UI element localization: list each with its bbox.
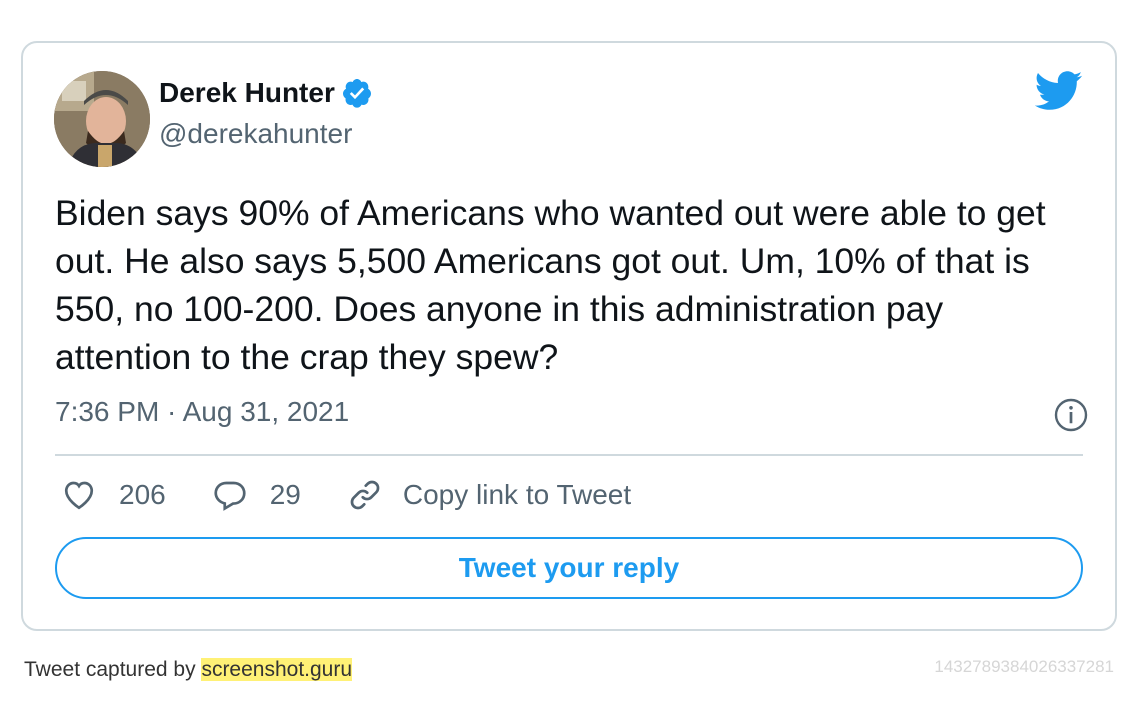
info-icon[interactable] [1053,397,1089,433]
reply-count: 29 [269,479,301,510]
reply-bubble-icon [214,481,246,511]
reply-button[interactable]: 29 [212,477,301,513]
twitter-bird-icon[interactable] [1035,71,1083,111]
tweet-id: 1432789384026337281 [934,657,1114,676]
verified-badge-icon [342,79,371,108]
capture-footer: Tweet captured by screenshot.guru [24,658,353,682]
copy-link-button[interactable]: Copy link to Tweet [347,477,631,513]
tweet-text: Biden says 90% of Americans who wanted o… [55,193,1046,377]
like-count: 206 [119,479,166,510]
screenshot-guru-link[interactable]: screenshot.guru [201,658,353,681]
author-handle[interactable]: @derekahunter [159,118,352,150]
tweet-timestamp[interactable]: 7:36 PM · Aug 31, 2021 [55,396,349,428]
tweet-your-reply-button[interactable]: Tweet your reply [55,537,1083,599]
tweet-actions: 206 29 Copy link to Tweet [61,477,677,513]
tweet-card: Derek Hunter @derekahunter Biden says 90… [21,41,1117,631]
divider [55,454,1083,456]
captured-by-label: Tweet captured by [24,658,202,681]
avatar[interactable] [54,71,150,167]
author-name[interactable]: Derek Hunter [159,77,335,109]
heart-icon [64,481,94,510]
author-name-row[interactable]: Derek Hunter [159,77,373,109]
copy-link-label: Copy link to Tweet [402,479,632,510]
like-button[interactable]: 206 [61,477,166,513]
avatar-image [54,71,150,167]
link-icon [350,480,380,510]
